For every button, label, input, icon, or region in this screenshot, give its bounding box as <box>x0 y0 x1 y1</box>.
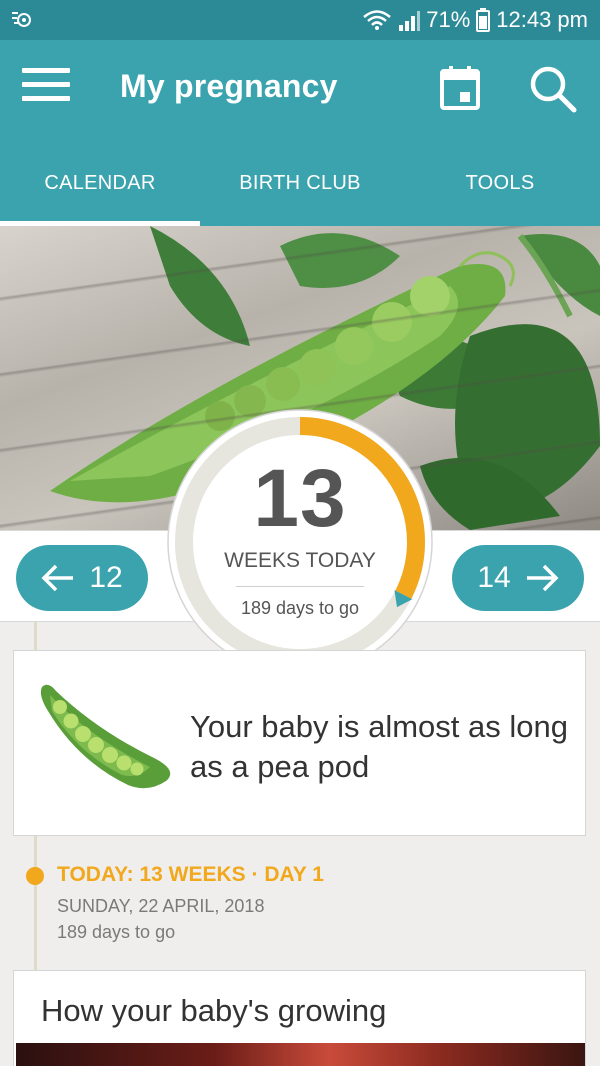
signal-icon <box>398 9 421 31</box>
today-heading: TODAY: 13 WEEKS · DAY 1 <box>57 863 324 886</box>
today-date: SUNDAY, 22 APRIL, 2018 <box>57 896 265 916</box>
today-entry: TODAY: 13 WEEKS · DAY 1 SUNDAY, 22 APRIL… <box>0 858 600 958</box>
weeks-today-label: WEEKS TODAY <box>224 549 376 572</box>
status-bar: 71% 12:43 pm <box>0 0 600 40</box>
pregnancy-progress-ring: 13 WEEKS TODAY 189 days to go <box>166 408 434 676</box>
tab-birth-club[interactable]: BIRTH CLUB <box>200 140 400 226</box>
app-bar: My pregnancy CALENDAR BIRTH CLUB TOOLS <box>0 40 600 226</box>
notification-icon <box>10 8 36 32</box>
previous-week-label: 12 <box>89 561 123 594</box>
clock: 12:43 pm <box>496 7 588 32</box>
baby-size-card[interactable]: Your baby is almost as long as a pea pod <box>13 650 586 836</box>
current-week-number: 13 <box>253 453 347 544</box>
menu-icon <box>22 68 70 73</box>
days-to-go: 189 days to go <box>240 598 360 618</box>
app-title: My pregnancy <box>120 68 338 104</box>
next-week-label: 14 <box>477 561 511 594</box>
baby-size-text: Your baby is almost as long as a pea pod <box>190 709 568 784</box>
tab-tools[interactable]: TOOLS <box>400 140 600 226</box>
battery-percent: 71% <box>426 7 471 32</box>
growth-card-image <box>16 1043 585 1066</box>
growth-card-title: How your baby's growing <box>41 993 387 1028</box>
calendar-button[interactable] <box>440 66 480 110</box>
menu-button[interactable] <box>22 68 72 108</box>
calendar-icon <box>440 66 480 110</box>
search-icon <box>530 66 577 113</box>
arrow-left-icon <box>41 564 74 592</box>
tab-bar: CALENDAR BIRTH CLUB TOOLS <box>0 140 600 226</box>
wifi-icon <box>362 9 392 31</box>
previous-week-button[interactable]: 12 <box>16 545 148 611</box>
timeline-dot-icon <box>26 867 44 885</box>
pea-pod-icon <box>40 684 171 789</box>
next-week-button[interactable]: 14 <box>452 545 584 611</box>
today-days-to-go: 189 days to go <box>57 922 176 942</box>
tab-calendar[interactable]: CALENDAR <box>0 140 200 226</box>
baby-growth-card[interactable]: How your baby's growing <box>13 970 586 1066</box>
battery-icon <box>476 8 491 32</box>
search-button[interactable] <box>528 64 578 114</box>
arrow-right-icon <box>526 564 559 592</box>
divider <box>236 586 364 587</box>
